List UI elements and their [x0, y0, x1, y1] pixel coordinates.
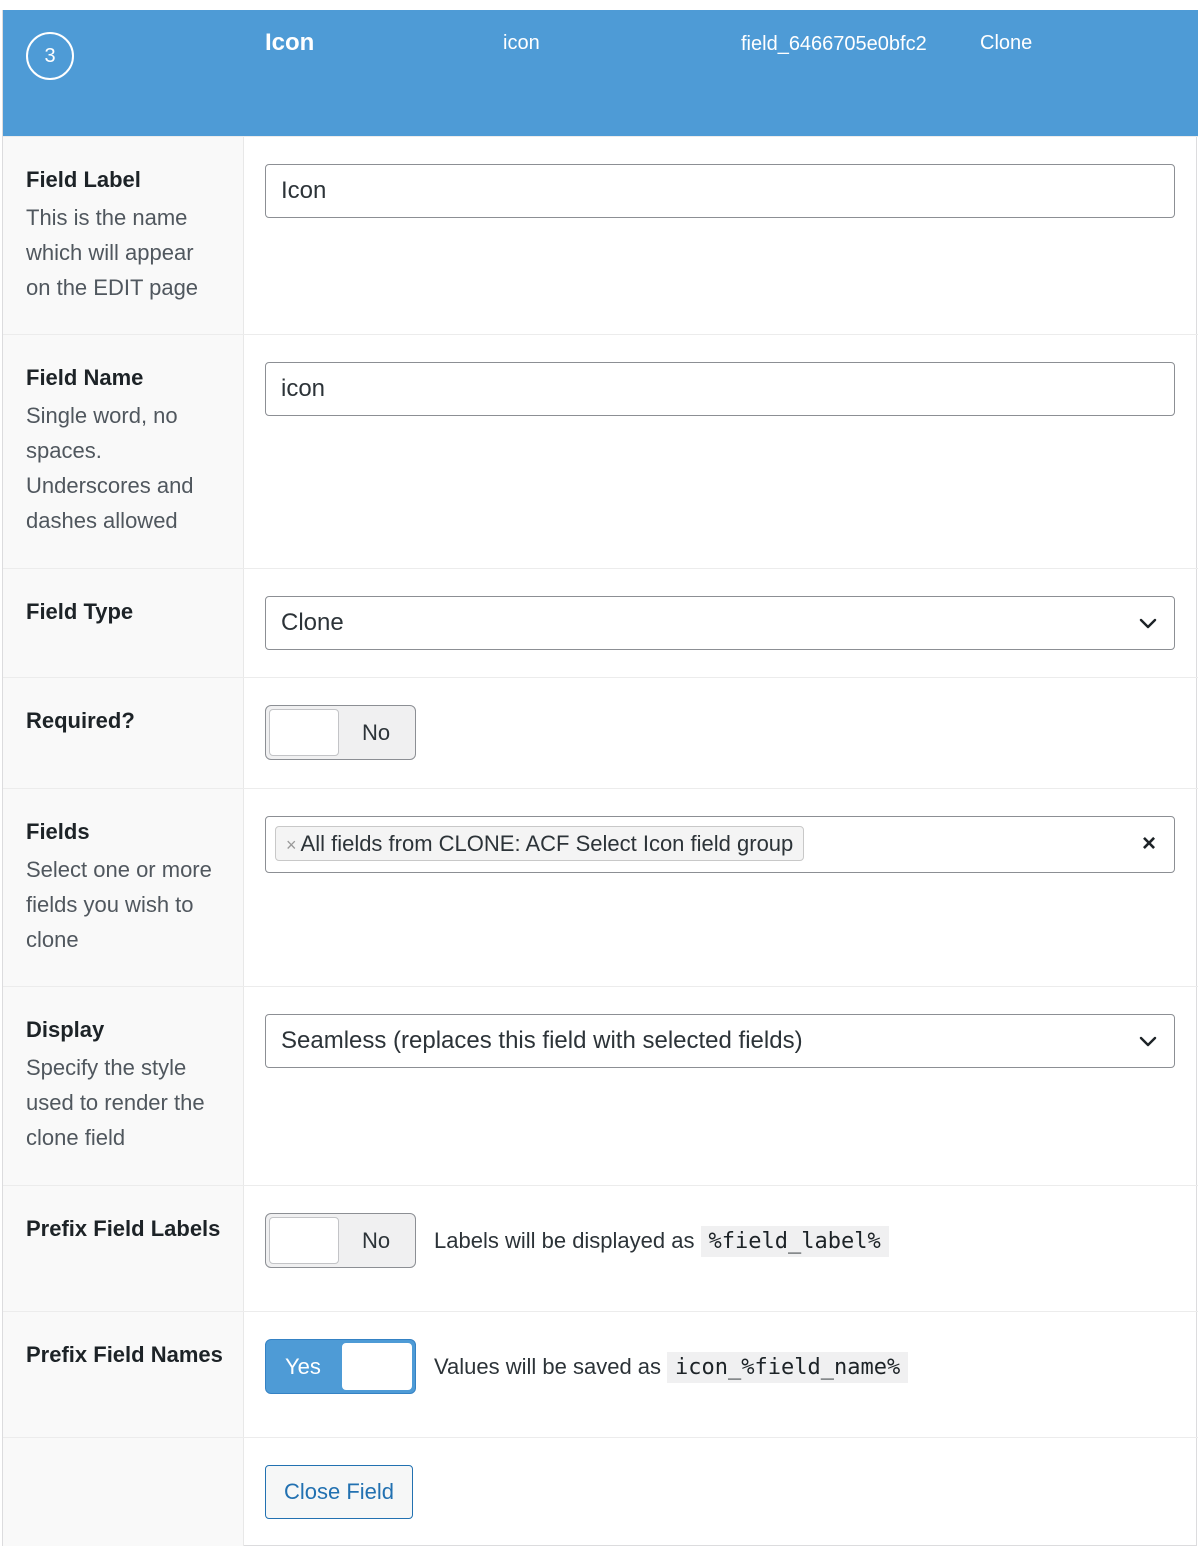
- setting-label-cell: Fields Select one or more fields you wis…: [3, 789, 244, 986]
- setting-description: This is the name which will appear on th…: [26, 205, 199, 300]
- setting-row-field-type: Field Type Clone: [3, 568, 1198, 677]
- setting-description: Select one or more fields you wish to cl…: [26, 857, 212, 952]
- prefix-names-toggle[interactable]: Yes: [265, 1339, 416, 1394]
- setting-row-prefix-names: Prefix Field Names Yes Values will be sa…: [3, 1311, 1198, 1437]
- chevron-down-icon: [1139, 1036, 1157, 1047]
- setting-label-cell: Prefix Field Labels: [3, 1186, 244, 1311]
- setting-label: Prefix Field Labels: [26, 1216, 221, 1241]
- toggle-knob: [269, 1217, 339, 1264]
- setting-row-prefix-labels: Prefix Field Labels No Labels will be di…: [3, 1185, 1198, 1311]
- chevron-down-icon: [1139, 618, 1157, 629]
- hint-text: Values will be saved as: [434, 1354, 662, 1379]
- field-header-key: field_6466705e0bfc2: [741, 33, 927, 55]
- clear-selection-icon[interactable]: ×: [1142, 829, 1156, 859]
- setting-label-cell: Required?: [3, 678, 244, 788]
- hint-text: Labels will be displayed as: [434, 1228, 695, 1253]
- setting-row-required: Required? No: [3, 677, 1198, 788]
- field-type-selected-value: Clone: [281, 609, 344, 636]
- setting-label-cell: Display Specify the style used to render…: [3, 987, 244, 1185]
- toggle-state-label: Yes: [285, 1354, 321, 1379]
- prefix-labels-toggle[interactable]: No: [265, 1213, 416, 1268]
- setting-label: Field Name: [26, 365, 144, 390]
- toggle-knob: [269, 709, 339, 756]
- field-header-name: icon: [503, 32, 540, 54]
- setting-label: Field Label: [26, 167, 141, 192]
- setting-row-clone-fields: Fields Select one or more fields you wis…: [3, 788, 1198, 986]
- close-field-button[interactable]: Close Field: [265, 1465, 414, 1519]
- prefix-labels-hint: Labels will be displayed as %field_label%: [434, 1223, 889, 1260]
- required-toggle[interactable]: No: [265, 705, 416, 760]
- remove-chip-icon[interactable]: ×: [286, 835, 297, 855]
- field-name-input[interactable]: icon: [265, 362, 1175, 416]
- setting-row-display: Display Specify the style used to render…: [3, 986, 1198, 1185]
- setting-label: Display: [26, 1017, 105, 1042]
- prefix-names-hint: Values will be saved as icon_%field_name%: [434, 1349, 909, 1386]
- field-type-select[interactable]: Clone: [265, 596, 1175, 650]
- setting-description: Single word, no spaces. Underscores and …: [26, 403, 194, 533]
- setting-label: Field Type: [26, 599, 134, 624]
- setting-row-actions: Close Field: [3, 1437, 1198, 1546]
- setting-label: Fields: [26, 819, 90, 844]
- display-select[interactable]: Seamless (replaces this field with selec…: [265, 1014, 1175, 1068]
- toggle-state-label: No: [362, 1228, 391, 1253]
- chip-label: All fields from CLONE: ACF Select Icon f…: [300, 831, 794, 856]
- field-settings-panel: 3 Icon icon field_6466705e0bfc2 Clone Fi…: [2, 10, 1198, 1546]
- setting-label-cell: Field Name Single word, no spaces. Under…: [3, 335, 244, 568]
- setting-label: Prefix Field Names: [26, 1342, 223, 1367]
- toggle-knob: [342, 1343, 412, 1390]
- setting-description: Specify the style used to render the clo…: [26, 1055, 205, 1150]
- setting-row-field-name: Field Name Single word, no spaces. Under…: [3, 334, 1198, 568]
- display-selected-value: Seamless (replaces this field with selec…: [281, 1027, 803, 1054]
- field-header[interactable]: 3 Icon icon field_6466705e0bfc2 Clone: [3, 10, 1198, 136]
- field-header-label[interactable]: Icon: [265, 29, 314, 57]
- setting-label-cell: Prefix Field Names: [3, 1312, 244, 1437]
- setting-label-cell: [3, 1438, 244, 1546]
- setting-label-cell: Field Type: [3, 569, 244, 677]
- field-label-input[interactable]: Icon: [265, 164, 1175, 218]
- setting-row-field-label: Field Label This is the name which will …: [3, 136, 1198, 334]
- field-header-type: Clone: [980, 32, 1033, 54]
- selected-field-chip: × All fields from CLONE: ACF Select Icon …: [275, 826, 805, 861]
- field-order-badge: 3: [26, 32, 74, 80]
- hint-code: icon_%field_name%: [667, 1352, 909, 1383]
- setting-label-cell: Field Label This is the name which will …: [3, 137, 244, 334]
- hint-code: %field_label%: [700, 1226, 889, 1257]
- clone-fields-select[interactable]: × All fields from CLONE: ACF Select Icon …: [265, 816, 1175, 873]
- setting-label: Required?: [26, 708, 135, 733]
- toggle-state-label: No: [362, 720, 391, 745]
